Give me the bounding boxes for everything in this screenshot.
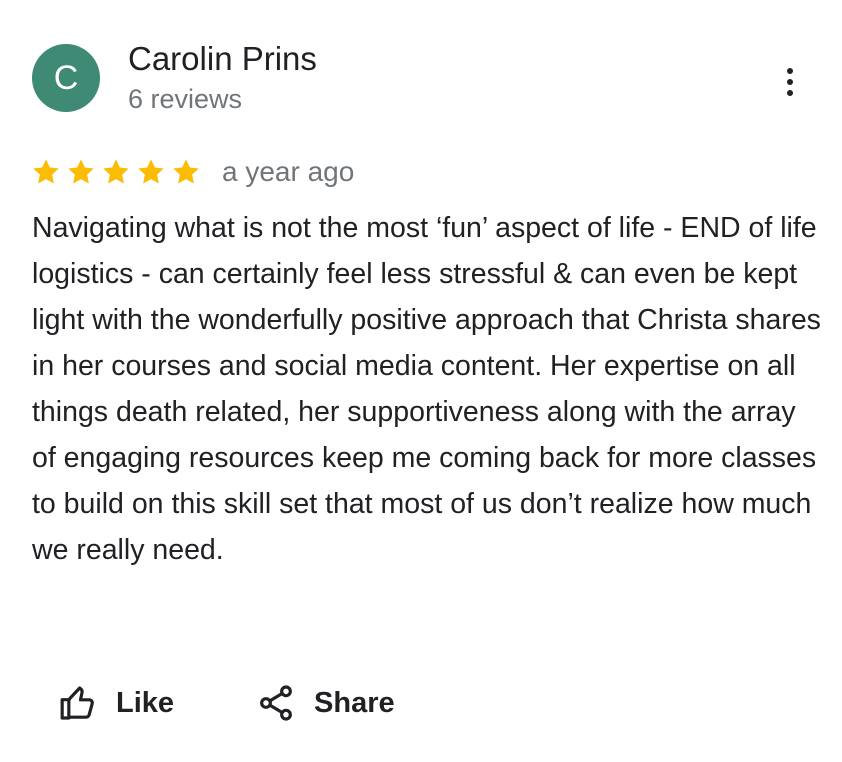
avatar-initial: C bbox=[53, 58, 79, 97]
share-icon bbox=[256, 683, 296, 723]
star-icon bbox=[170, 156, 202, 188]
star-icon bbox=[135, 156, 167, 188]
star-icon bbox=[30, 156, 62, 188]
share-button[interactable]: Share bbox=[256, 683, 395, 723]
share-label: Share bbox=[314, 686, 395, 719]
star-icon bbox=[100, 156, 132, 188]
avatar[interactable]: C bbox=[32, 44, 100, 112]
review-date: a year ago bbox=[222, 156, 355, 187]
review-card: C Carolin Prins 6 reviews a year ago Nav… bbox=[0, 0, 842, 762]
review-actions: Like Share bbox=[58, 678, 395, 728]
like-label: Like bbox=[116, 686, 175, 719]
star-rating bbox=[30, 156, 202, 188]
author-review-count[interactable]: 6 reviews bbox=[128, 84, 242, 115]
like-button[interactable]: Like bbox=[58, 683, 174, 723]
review-text: Navigating what is not the most ‘fun’ as… bbox=[32, 212, 821, 566]
more-vert-icon bbox=[787, 68, 793, 96]
rating-row: a year ago bbox=[30, 154, 354, 190]
author-name[interactable]: Carolin Prins bbox=[128, 40, 317, 78]
more-options-button[interactable] bbox=[770, 58, 810, 106]
star-icon bbox=[65, 156, 97, 188]
thumb-up-icon bbox=[58, 683, 98, 723]
